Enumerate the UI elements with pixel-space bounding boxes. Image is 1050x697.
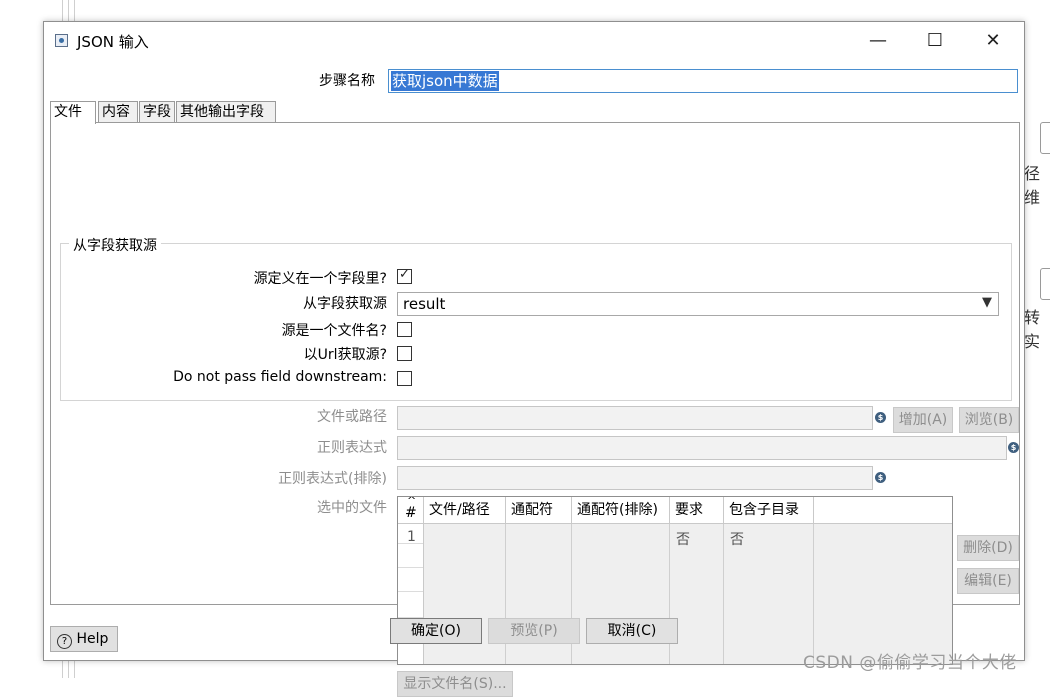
- source-in-field-checkbox[interactable]: [397, 267, 412, 284]
- do-not-pass-downstream-label: Do not pass field downstream:: [173, 369, 387, 385]
- selected-files-label: 选中的文件: [317, 500, 387, 516]
- help-icon: ?: [57, 634, 72, 649]
- background-canvas-right: 径维 转实: [1024, 0, 1050, 678]
- file-or-dir-input[interactable]: [397, 406, 873, 430]
- chevron-down-icon[interactable]: ▼: [982, 295, 992, 310]
- close-button[interactable]: ✕: [971, 28, 1015, 54]
- variable-icon: $: [875, 412, 886, 423]
- source-is-filename-label: 源是一个文件名?: [281, 323, 387, 339]
- ok-button[interactable]: 确定(O): [390, 618, 482, 644]
- source-group-title: 从字段获取源: [69, 235, 161, 255]
- title-bar[interactable]: JSON 输入 — ☐ ✕: [44, 22, 1024, 60]
- step-name-input[interactable]: 获取json中数据: [388, 69, 1018, 93]
- source-field-select[interactable]: result ▼: [397, 292, 999, 316]
- file-tab-panel: 从字段获取源 源定义在一个字段里? 从字段获取源 result ▼ 源是一个文件…: [50, 122, 1020, 697]
- delete-button[interactable]: 删除(D): [957, 535, 1019, 561]
- regex-label: 正则表达式: [317, 440, 387, 456]
- source-is-filename-checkbox[interactable]: [397, 322, 412, 337]
- regex-exclude-input[interactable]: [397, 466, 873, 490]
- read-url-checkbox[interactable]: [397, 346, 412, 361]
- column-header-required[interactable]: 要求: [670, 497, 724, 523]
- step-name-label: 步骤名称: [319, 73, 375, 89]
- do-not-pass-downstream-checkbox[interactable]: [397, 371, 412, 386]
- json-step-icon: [55, 34, 68, 47]
- table-header: ^ # 文件/路径 通配符 通配符(排除) 要求 包含子目录: [398, 497, 952, 524]
- help-button-label: Help: [76, 631, 109, 647]
- column-header-wildcard[interactable]: 通配符: [506, 497, 572, 523]
- help-button[interactable]: ? Help: [50, 626, 118, 652]
- table-cell-include-subdirs[interactable]: 否: [730, 529, 744, 549]
- minimize-button[interactable]: —: [856, 28, 900, 54]
- column-header-path[interactable]: 文件/路径: [424, 497, 506, 523]
- canvas-step-label: 转实: [1024, 308, 1041, 351]
- source-field-value: result: [403, 295, 446, 313]
- tab-fields[interactable]: 字段: [139, 101, 175, 122]
- canvas-step-label: 径维: [1024, 164, 1041, 207]
- variable-icon: $: [875, 472, 886, 483]
- json-input-dialog: JSON 输入 — ☐ ✕ 步骤名称 获取json中数据 文件 内容 字段 其他…: [43, 21, 1025, 697]
- browse-button[interactable]: 浏览(B): [959, 407, 1019, 433]
- canvas-step-node[interactable]: [1040, 268, 1050, 300]
- tab-file[interactable]: 文件: [50, 101, 96, 124]
- watermark: CSDN @偷偷学习当个大佬: [803, 653, 1017, 673]
- read-url-label: 以Url获取源?: [303, 347, 387, 363]
- maximize-button[interactable]: ☐: [913, 28, 957, 54]
- table-empty-area: [814, 523, 952, 664]
- column-header-wildcard-exclude[interactable]: 通配符(排除): [572, 497, 670, 523]
- tab-additional-output-fields[interactable]: 其他输出字段: [176, 101, 276, 122]
- step-name-value: 获取json中数据: [391, 71, 499, 91]
- show-filenames-button[interactable]: 显示文件名(S)...: [397, 671, 513, 697]
- cancel-button[interactable]: 取消(C): [586, 618, 678, 644]
- variable-icon: $: [1008, 442, 1019, 453]
- column-header-num[interactable]: #: [398, 497, 424, 523]
- source-field-label: 从字段获取源: [303, 296, 387, 312]
- preview-button[interactable]: 预览(P): [488, 618, 580, 644]
- regex-exclude-label: 正则表达式(排除): [278, 471, 387, 487]
- regex-input[interactable]: [397, 436, 1007, 460]
- add-file-button[interactable]: 增加(A): [893, 407, 953, 433]
- source-in-field-label: 源定义在一个字段里?: [253, 271, 387, 287]
- edit-button[interactable]: 编辑(E): [957, 568, 1019, 594]
- dialog-title: JSON 输入: [77, 33, 149, 51]
- file-or-dir-label: 文件或路径: [317, 409, 387, 425]
- table-cell-required[interactable]: 否: [676, 529, 690, 549]
- tab-content[interactable]: 内容: [98, 101, 138, 122]
- canvas-step-node[interactable]: [1040, 122, 1050, 154]
- table-cell-row-num: 1: [407, 529, 416, 545]
- column-header-include-subdirs[interactable]: 包含子目录: [724, 497, 814, 523]
